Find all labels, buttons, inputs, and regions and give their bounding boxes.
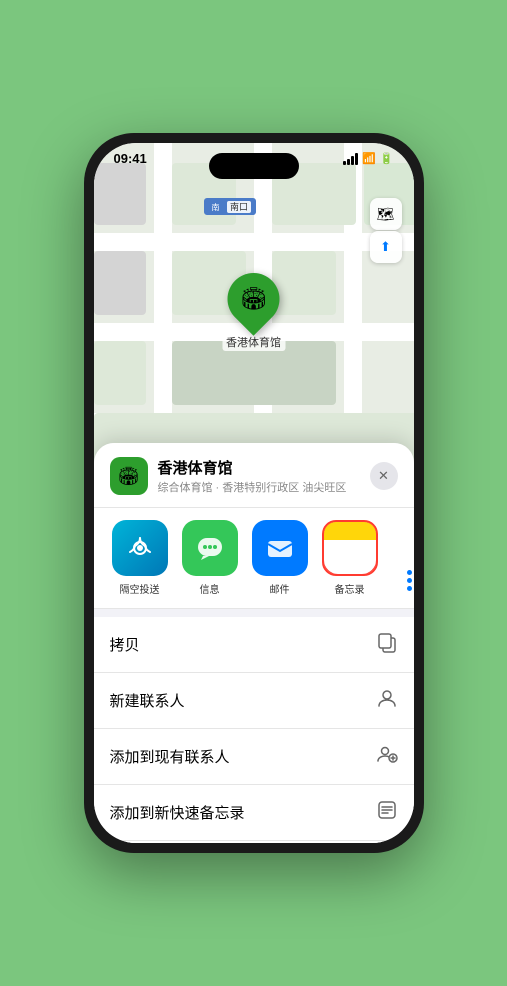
phone-screen: 09:41 📶 🔋	[94, 143, 414, 843]
share-message[interactable]: 信息	[180, 520, 240, 596]
map-type-icon: 🗺	[377, 206, 395, 223]
location-name: 香港体育馆	[158, 457, 370, 478]
share-more[interactable]	[390, 520, 414, 596]
action-copy-label: 拷贝	[110, 634, 140, 655]
location-arrow-icon: ⬆	[380, 239, 391, 255]
mail-label: 邮件	[270, 581, 290, 596]
close-icon: ✕	[378, 468, 389, 484]
stadium-icon: 🏟	[240, 286, 268, 312]
location-subtitle: 综合体育馆 · 香港特别行政区 油尖旺区	[158, 479, 370, 495]
wifi-icon: 📶	[362, 152, 376, 165]
person-icon	[376, 687, 398, 714]
marker-pin: 🏟	[217, 262, 291, 336]
battery-icon: 🔋	[380, 152, 394, 165]
action-copy[interactable]: 拷贝	[94, 617, 414, 673]
map-label: 南 南口	[204, 198, 257, 215]
action-add-contact-label: 添加到现有联系人	[110, 746, 230, 767]
more-dots-icon	[407, 570, 412, 591]
message-icon	[182, 520, 238, 576]
dynamic-island	[209, 153, 299, 179]
airdrop-icon	[112, 520, 168, 576]
location-info: 香港体育馆 综合体育馆 · 香港特别行政区 油尖旺区	[158, 457, 370, 495]
copy-icon	[376, 631, 398, 658]
action-quick-note[interactable]: 添加到新快速备忘录	[94, 785, 414, 841]
location-header-icon: 🏟	[110, 457, 148, 495]
status-time: 09:41	[114, 151, 147, 166]
share-mail[interactable]: 邮件	[250, 520, 310, 596]
action-quick-note-label: 添加到新快速备忘录	[110, 802, 245, 823]
airdrop-label: 隔空投送	[120, 581, 160, 596]
person-add-icon	[376, 743, 398, 770]
bottom-sheet: 🏟 香港体育馆 综合体育馆 · 香港特别行政区 油尖旺区 ✕	[94, 443, 414, 843]
stadium-marker[interactable]: 🏟 香港体育馆	[222, 273, 285, 351]
status-icons: 📶 🔋	[343, 152, 393, 165]
action-list: 拷贝 新建联系人	[94, 617, 414, 843]
mail-icon	[252, 520, 308, 576]
notes-label: 备忘录	[335, 581, 365, 596]
signal-bars-icon	[343, 153, 358, 165]
action-add-contact[interactable]: 添加到现有联系人	[94, 729, 414, 785]
close-button[interactable]: ✕	[370, 462, 398, 490]
action-new-contact-label: 新建联系人	[110, 690, 185, 711]
phone-frame: 09:41 📶 🔋	[84, 133, 424, 853]
location-button[interactable]: ⬆	[370, 231, 402, 263]
action-print[interactable]: 打印	[94, 841, 414, 843]
notes-icon	[322, 520, 378, 576]
share-notes[interactable]: 备忘录	[320, 520, 380, 596]
share-airdrop[interactable]: 隔空投送	[110, 520, 170, 596]
map-controls: 🗺 ⬆	[370, 198, 402, 263]
map-type-button[interactable]: 🗺	[370, 198, 402, 230]
message-label: 信息	[200, 581, 220, 596]
memo-icon	[376, 799, 398, 826]
share-row: 隔空投送 信息	[94, 508, 414, 609]
action-new-contact[interactable]: 新建联系人	[94, 673, 414, 729]
location-header: 🏟 香港体育馆 综合体育馆 · 香港特别行政区 油尖旺区 ✕	[94, 443, 414, 508]
